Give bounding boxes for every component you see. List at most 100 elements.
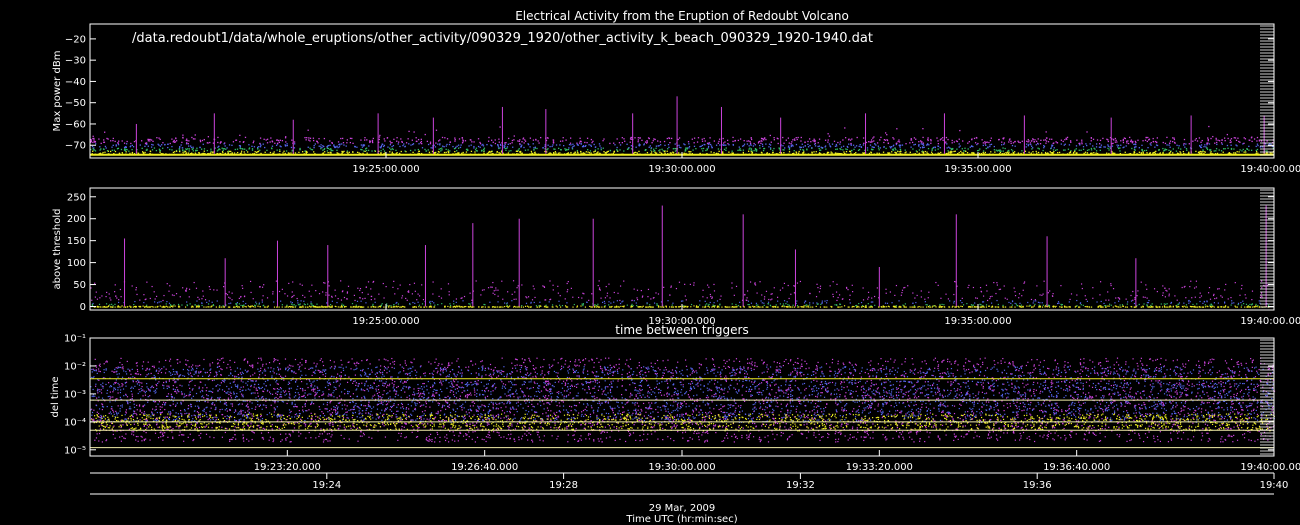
interval-point (1183, 406, 1185, 408)
noise-point (659, 141, 662, 143)
noise-point (828, 143, 831, 145)
noise-point (234, 148, 236, 151)
count-point (1231, 300, 1233, 302)
count-point (517, 306, 519, 308)
count-point (1087, 306, 1089, 308)
noise-point (131, 148, 133, 151)
noise-point (360, 139, 362, 141)
noise-point (1224, 140, 1226, 142)
count-point (989, 297, 991, 300)
noise-point (1053, 151, 1055, 153)
noise-point (793, 150, 795, 152)
count-point (807, 306, 809, 308)
noise-point (1127, 142, 1130, 145)
noise-point (1062, 149, 1065, 151)
count-point (502, 306, 504, 308)
count-point (567, 281, 569, 283)
count-point (1042, 293, 1044, 295)
noise-point (371, 140, 374, 143)
noise-point (668, 146, 670, 149)
count-point (1138, 303, 1140, 306)
count-point (1220, 295, 1222, 297)
noise-point (1051, 144, 1054, 147)
noise-point (994, 151, 996, 153)
noise-point (1091, 152, 1093, 154)
count-point (904, 306, 906, 308)
count-point (1150, 306, 1152, 308)
noise-point (586, 141, 588, 144)
count-point (565, 306, 567, 308)
noise-point (920, 143, 922, 145)
count-point (1105, 306, 1107, 308)
noise-point (998, 139, 1000, 141)
noise-point (455, 146, 457, 148)
noise-point (283, 150, 285, 152)
noise-point (497, 144, 499, 146)
count-point (989, 296, 992, 298)
count-point (97, 305, 99, 308)
count-point (1120, 306, 1122, 308)
noise-point (262, 143, 264, 145)
count-point (375, 306, 377, 308)
count-point (1118, 300, 1120, 302)
noise-point (1025, 146, 1027, 148)
noise-point (1126, 142, 1128, 144)
noise-point (1109, 146, 1111, 148)
count-point (783, 282, 786, 284)
count-point (1234, 305, 1236, 307)
noise-point (363, 144, 366, 146)
noise-point (1062, 140, 1064, 143)
count-point (856, 304, 858, 307)
noise-point (534, 146, 537, 148)
count-point (296, 297, 298, 300)
count-point (953, 302, 955, 304)
interval-point (507, 434, 510, 436)
noise-point (504, 147, 507, 150)
count-point (453, 300, 455, 302)
noise-point (1014, 145, 1016, 147)
noise-point (1115, 139, 1117, 142)
noise-point (809, 144, 811, 147)
count-point (1092, 287, 1094, 289)
noise-point (259, 142, 261, 145)
count-point (980, 304, 982, 306)
count-point (637, 306, 640, 308)
noise-point (1079, 144, 1081, 146)
noise-point (927, 147, 930, 150)
noise-point (790, 145, 792, 148)
count-point (355, 304, 357, 306)
noise-point (552, 142, 555, 144)
noise-point (336, 145, 338, 147)
noise-point (664, 150, 666, 153)
count-point (557, 285, 559, 287)
count-point (281, 304, 283, 306)
noise-point (504, 142, 506, 144)
interval-point (861, 417, 863, 419)
noise-point (338, 143, 340, 146)
noise-point (145, 149, 147, 151)
count-point (290, 306, 292, 308)
noise-point (1047, 141, 1050, 143)
noise-point (1054, 149, 1057, 151)
noise-point (1208, 143, 1211, 145)
ytick-label: 100 (67, 258, 86, 269)
count-point (761, 294, 763, 296)
count-point (922, 306, 924, 308)
count-point (372, 303, 374, 305)
noise-point (797, 152, 800, 154)
noise-point (1234, 137, 1237, 139)
interval-point (905, 391, 907, 393)
count-point (642, 305, 644, 307)
count-point (600, 297, 602, 299)
noise-point (949, 147, 951, 149)
noise-point (149, 140, 151, 142)
noise-point (709, 137, 711, 139)
count-point (154, 306, 156, 308)
count-point (444, 306, 446, 308)
noise-point (354, 145, 356, 148)
interval-point (320, 358, 322, 360)
noise-point (437, 140, 440, 142)
count-point (106, 291, 108, 294)
noise-point (750, 138, 753, 141)
count-point (735, 285, 738, 287)
